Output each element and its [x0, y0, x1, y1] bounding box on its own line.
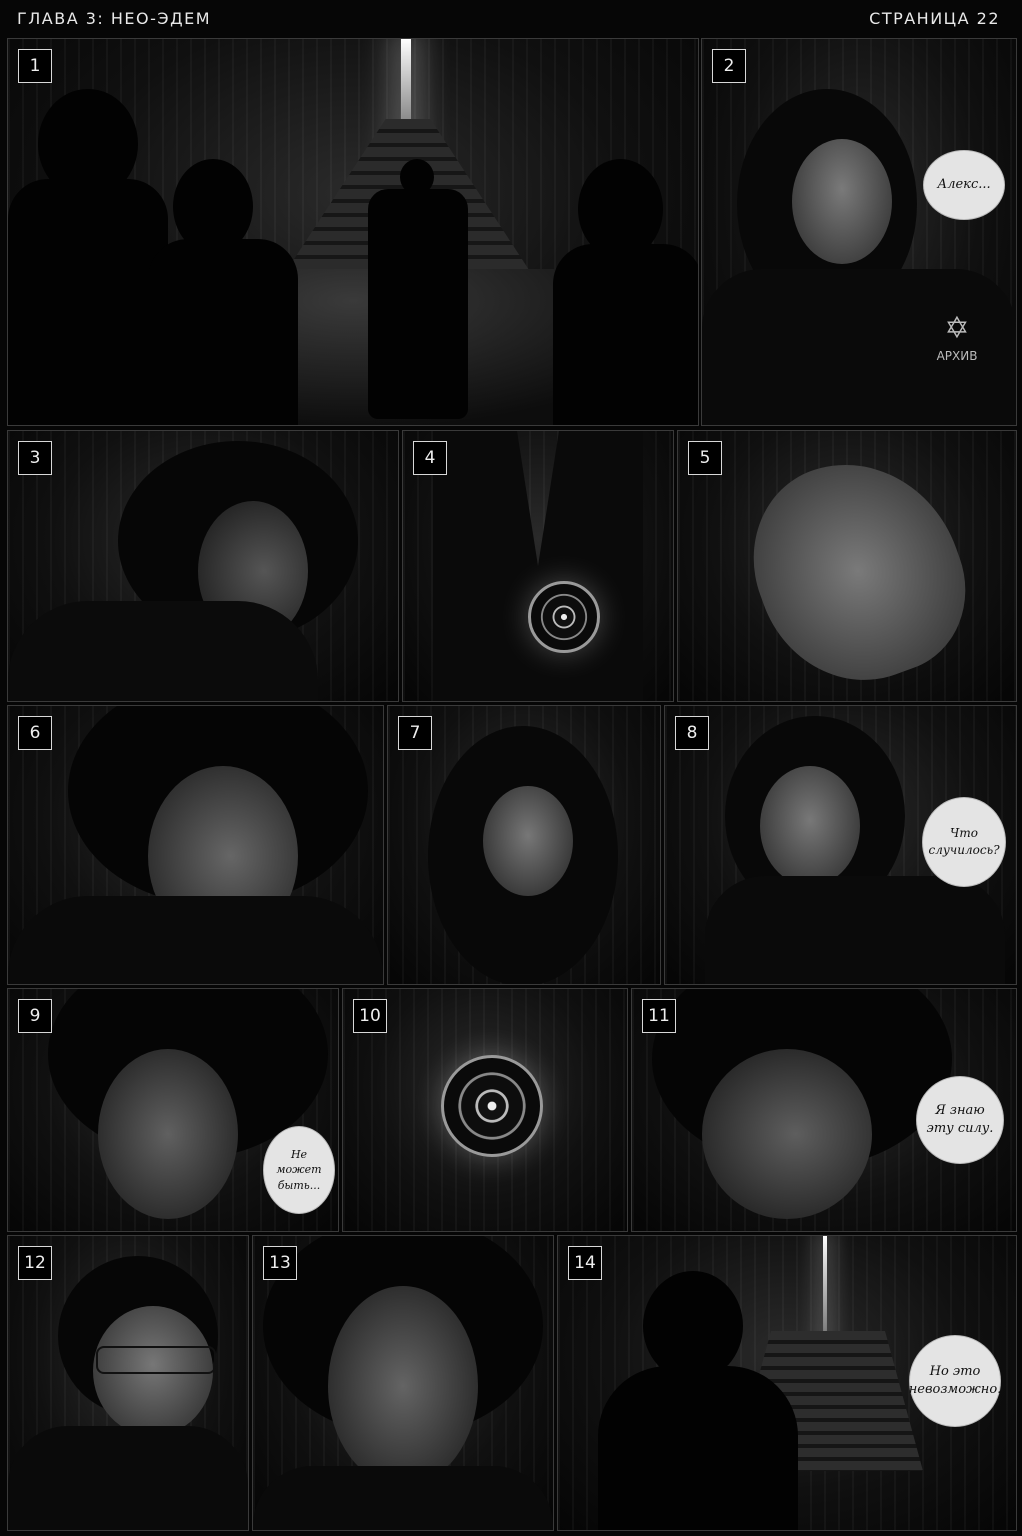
man-face [328, 1286, 478, 1486]
speech-bubble: Алекс... [924, 151, 1004, 219]
girl-jacket [705, 876, 1005, 984]
girl-face [792, 139, 892, 264]
bubble-text: Алекс... [937, 176, 991, 192]
panel-number: 4 [413, 441, 447, 475]
chapter-title: ГЛАВА 3: НЕО-ЭДЕМ [17, 9, 211, 28]
man-back [598, 1366, 798, 1530]
light-beam [823, 1236, 827, 1346]
speech-bubble: Я знаю эту силу. [917, 1077, 1003, 1163]
patch-label: АРХИВ [936, 349, 978, 363]
girl-face [760, 766, 860, 886]
panel-6: 6 [7, 705, 384, 985]
panel-7: 7 [387, 705, 661, 985]
panel-12: 12 [7, 1235, 249, 1531]
panel-number: 1 [18, 49, 52, 83]
panel-1: 1 [7, 38, 699, 426]
panel-number: 9 [18, 999, 52, 1033]
panel-14: 14 Но это невозможно. [557, 1235, 1017, 1531]
panel-8: 8 Что случилось? [664, 705, 1017, 985]
speech-bubble: Что случилось? [923, 798, 1005, 886]
panel-number: 8 [675, 716, 709, 750]
bubble-text: Не может быть... [276, 1147, 322, 1192]
panel-11: 11 Я знаю эту силу. [631, 988, 1017, 1232]
bubble-text: Что случилось? [928, 826, 1000, 857]
speech-bubble: Не может быть... [264, 1127, 334, 1213]
archive-patch: ✡ АРХИВ [922, 309, 992, 389]
man-face [702, 1049, 872, 1219]
bubble-text: Но это невозможно. [908, 1363, 1002, 1397]
panel-number: 12 [18, 1246, 52, 1280]
hand [726, 433, 990, 701]
figure-girl-body [148, 239, 298, 425]
man-coat [8, 1426, 248, 1530]
man-coat [8, 896, 383, 984]
panel-number: 5 [688, 441, 722, 475]
hexagram-icon: ✡ [944, 311, 970, 346]
coat-collar [433, 431, 643, 701]
panel-number: 3 [18, 441, 52, 475]
speech-bubble: Но это невозможно. [909, 1336, 1001, 1426]
figure-right-body [553, 244, 698, 425]
panel-number: 6 [18, 716, 52, 750]
figure-center-body [368, 189, 468, 419]
panel-13: 13 [252, 1235, 554, 1531]
panel-3: 3 [7, 430, 399, 702]
panel-number: 2 [712, 49, 746, 83]
man-head [643, 1271, 743, 1381]
panel-number: 10 [353, 999, 387, 1033]
panel-4: 4 [402, 430, 674, 702]
man-face [98, 1049, 238, 1219]
bubble-text: Я знаю эту силу. [926, 1102, 994, 1136]
panel-number: 13 [263, 1246, 297, 1280]
girl-face [483, 786, 573, 896]
panel-number: 7 [398, 716, 432, 750]
panel-2: 2 ✡ АРХИВ Алекс... [701, 38, 1017, 426]
page-header: ГЛАВА 3: НЕО-ЭДЕМ СТРАНИЦА 22 [0, 0, 1022, 38]
compass-amulet-icon [528, 581, 600, 653]
panel-10: 10 [342, 988, 628, 1232]
panel-5: 5 [677, 430, 1017, 702]
glasses-icon [96, 1346, 216, 1374]
compass-amulet-icon [441, 1055, 543, 1157]
panel-9: 9 Не может быть... [7, 988, 339, 1232]
man-coat [8, 601, 318, 701]
page-number: СТРАНИЦА 22 [869, 9, 1000, 28]
man-coat [253, 1466, 553, 1530]
figure-left-body [8, 179, 168, 425]
panel-number: 11 [642, 999, 676, 1033]
panel-number: 14 [568, 1246, 602, 1280]
